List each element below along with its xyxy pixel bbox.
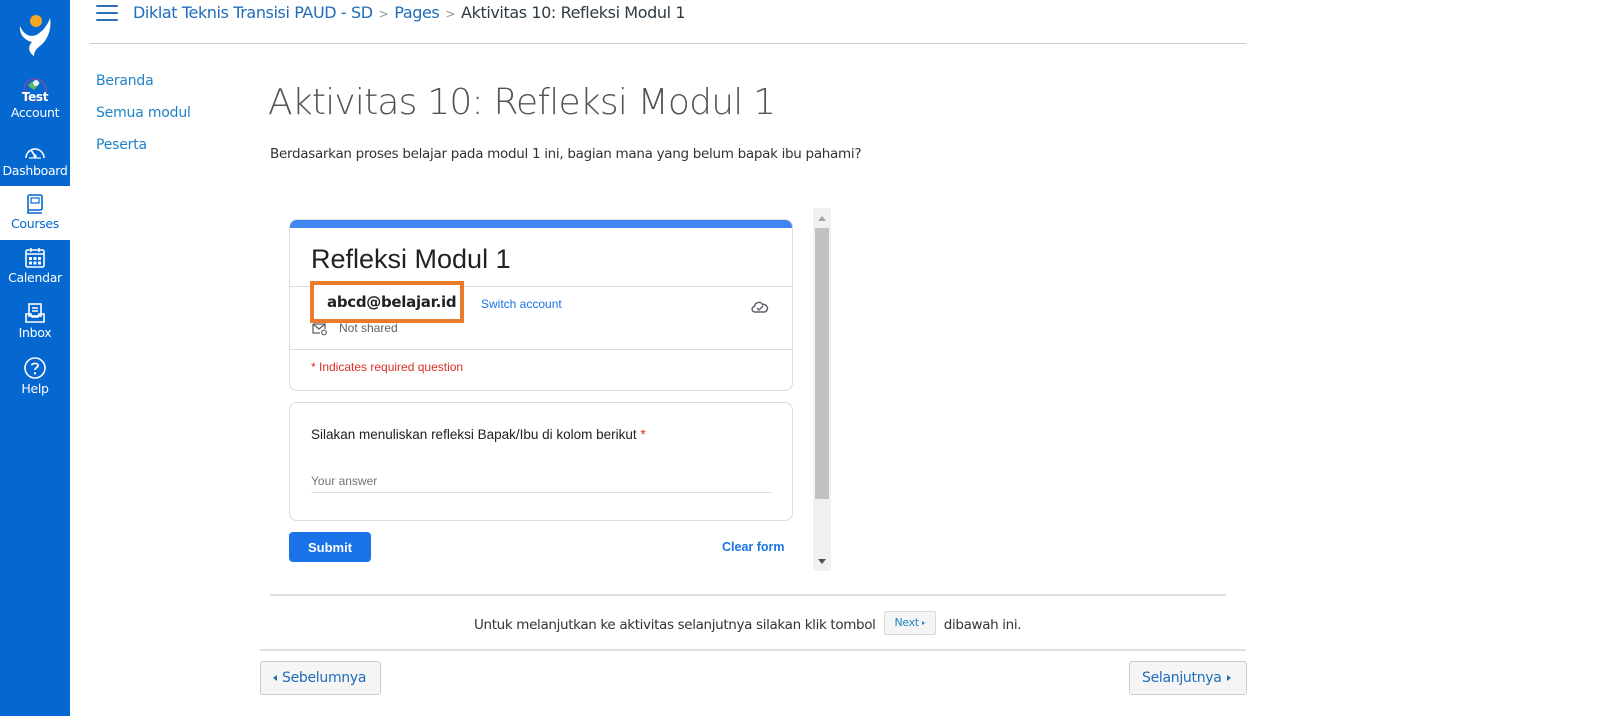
scrollbar-thumb[interactable] [815,228,829,499]
nav-label-courses: Courses [10,216,60,231]
caret-left-icon [273,675,277,681]
nav-item-calendar[interactable]: Calendar [0,247,70,285]
account-label-line1: Test [21,90,49,104]
previous-label: Sebelumnya [282,670,367,686]
breadcrumb-pages[interactable]: Pages [394,3,439,22]
inbox-icon [25,303,45,323]
footer-divider [260,649,1246,651]
nav-item-help[interactable]: Help [0,356,70,396]
breadcrumb: Diklat Teknis Transisi PAUD - SD > Pages > A… [133,3,686,22]
continue-text-after: dibawah ini. [943,617,1022,633]
inline-next-button[interactable]: Next [883,611,936,635]
calendar-icon [25,248,45,268]
content-divider [270,594,1226,596]
frame-scrollbar[interactable] [813,208,831,571]
inline-next-label: Next [894,616,920,629]
caret-right-icon [921,621,925,625]
previous-button[interactable]: Sebelumnya [260,661,381,695]
nav-item-courses[interactable]: Courses [0,186,70,240]
caret-right-icon [1226,675,1231,681]
next-label: Selanjutnya [1142,670,1222,686]
form-title: Refleksi Modul 1 [311,244,511,274]
question-card: Silakan menuliskan refleksi Bapak/Ibu di… [289,402,793,521]
nav-label-account: Account [10,105,60,120]
course-nav: Beranda Semua modul Peserta [96,72,191,168]
form-header-card: Refleksi Modul 1 abcd@belajar.id Switch … [289,219,793,391]
course-nav-beranda[interactable]: Beranda [96,72,191,104]
question-label: Silakan menuliskan refleksi Bapak/Ibu di… [311,427,646,442]
nav-item-account[interactable]: Test Account [0,76,70,120]
continue-text-before: Untuk melanjutkan ke aktivitas selanjutn… [474,617,876,633]
book-icon [27,194,43,214]
nav-item-dashboard[interactable]: Dashboard [0,142,70,178]
required-note: * Indicates required question [311,360,464,374]
continue-instruction: Untuk melanjutkan ke aktivitas selanjutn… [474,611,1022,635]
global-nav: Test Account Dashboard Courses Calendar [0,0,70,716]
header-divider [90,43,1246,44]
nav-item-inbox[interactable]: Inbox [0,302,70,340]
switch-account-link[interactable]: Switch account [481,297,562,311]
account-email: abcd@belajar.id [327,293,457,311]
nav-label-help: Help [21,381,49,396]
speedometer-icon [25,148,45,159]
nav-label-inbox: Inbox [18,325,52,340]
hamburger-icon[interactable] [96,5,118,23]
required-asterisk: * [640,427,646,442]
breadcrumb-course[interactable]: Diklat Teknis Transisi PAUD - SD [133,3,373,22]
clear-form-button[interactable]: Clear form [722,540,785,554]
embedded-form-frame: Refleksi Modul 1 abcd@belajar.id Switch … [280,208,831,571]
email-highlight-box: abcd@belajar.id [310,281,464,323]
cloud-saved-icon [751,301,769,313]
question-text: Silakan menuliskan refleksi Bapak/Ibu di… [311,427,637,442]
course-nav-semua-modul[interactable]: Semua modul [96,104,191,136]
not-shared-label: Not shared [339,321,398,335]
scroll-up-arrow-icon[interactable] [813,210,831,226]
brand-logo-icon[interactable] [14,12,56,58]
course-nav-peserta[interactable]: Peserta [96,136,191,168]
breadcrumb-separator-icon: > [378,7,389,21]
submit-button[interactable]: Submit [289,532,371,562]
scroll-down-arrow-icon[interactable] [813,553,831,569]
help-question-icon [24,357,46,379]
next-button[interactable]: Selanjutnya [1129,661,1247,695]
nav-label-calendar: Calendar [8,270,62,285]
breadcrumb-current: Aktivitas 10: Refleksi Modul 1 [461,3,686,22]
intro-text: Berdasarkan proses belajar pada modul 1 … [270,146,862,162]
answer-input[interactable] [311,470,772,493]
form-accent-bar [290,220,792,228]
mail-not-shared-icon [312,323,327,336]
divider [290,349,792,350]
page-title: Aktivitas 10: Refleksi Modul 1 [268,82,776,123]
breadcrumb-separator-icon: > [445,7,456,21]
nav-label-dashboard: Dashboard [2,163,68,178]
